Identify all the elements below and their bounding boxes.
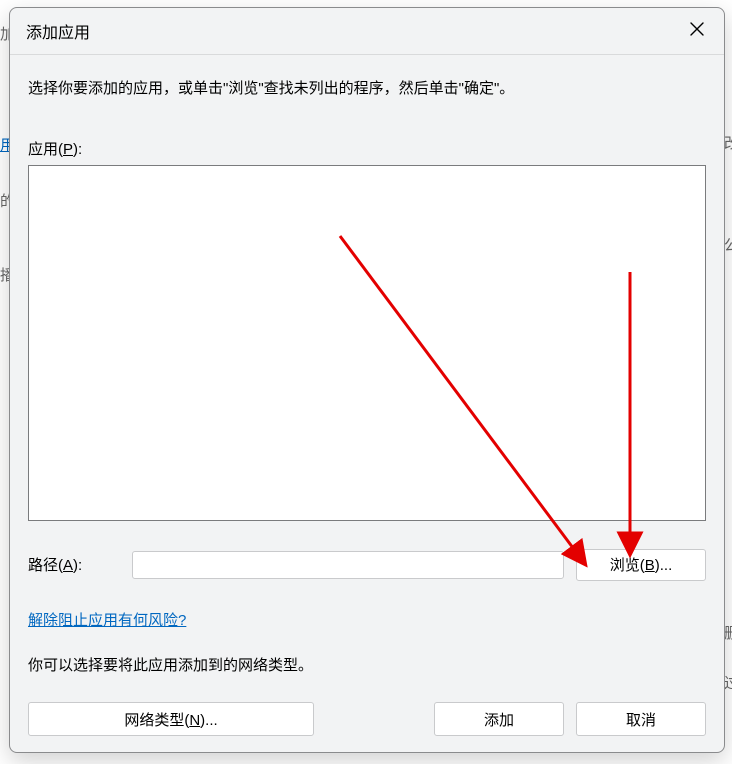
- close-button[interactable]: [676, 15, 718, 47]
- app-listbox[interactable]: [28, 165, 706, 521]
- path-input[interactable]: [132, 551, 564, 579]
- cancel-button[interactable]: 取消: [576, 702, 706, 736]
- network-type-text: 你可以选择要将此应用添加到的网络类型。: [28, 654, 706, 675]
- close-icon: [690, 22, 704, 40]
- add-button[interactable]: 添加: [434, 702, 564, 736]
- network-type-button[interactable]: 网络类型(N)...: [28, 702, 314, 736]
- bg-frag: 公: [724, 234, 732, 255]
- add-app-dialog: 添加应用 选择你要添加的应用，或单击"浏览"查找未列出的程序，然后单击"确定"。…: [9, 7, 725, 753]
- path-label: 路径(A):: [28, 554, 120, 575]
- unblock-risk-link[interactable]: 解除阻止应用有何风险?: [28, 609, 186, 630]
- spacer: [326, 702, 422, 736]
- path-row: 路径(A): 浏览(B)...: [28, 549, 706, 581]
- dialog-titlebar: 添加应用: [10, 8, 724, 55]
- instruction-text: 选择你要添加的应用，或单击"浏览"查找未列出的程序，然后单击"确定"。: [28, 75, 706, 104]
- app-list-label: 应用(P):: [28, 138, 706, 159]
- bg-frag: 删: [724, 622, 732, 643]
- dialog-content: 选择你要添加的应用，或单击"浏览"查找未列出的程序，然后单击"确定"。 应用(P…: [10, 55, 724, 675]
- dialog-button-row: 网络类型(N)... 添加 取消: [28, 702, 706, 736]
- bg-frag: 改: [724, 132, 732, 153]
- browse-button[interactable]: 浏览(B)...: [576, 549, 706, 581]
- bg-frag: 过: [724, 672, 732, 693]
- dialog-title: 添加应用: [26, 19, 676, 43]
